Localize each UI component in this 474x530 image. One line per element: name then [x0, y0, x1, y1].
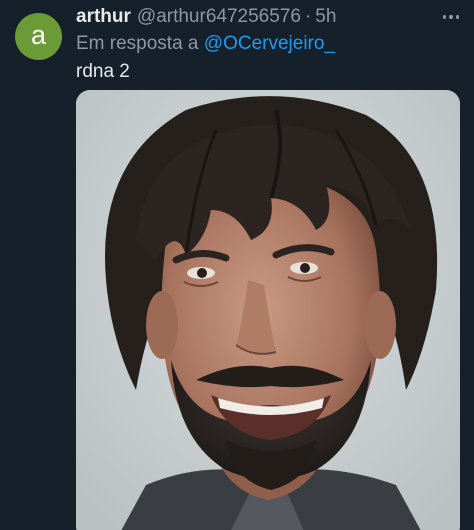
face-render-illustration	[76, 90, 460, 530]
separator-dot: ·	[304, 6, 312, 27]
reply-context: Em resposta a @OCervejeiro_	[76, 33, 335, 55]
tweet-text: rdna 2	[76, 61, 130, 82]
display-name[interactable]: arthur	[76, 6, 131, 28]
user-handle[interactable]: @arthur647256576	[137, 6, 301, 28]
tweet-header: arthur @arthur647256576 · 5h	[76, 6, 336, 30]
reply-mention-link[interactable]: @OCervejeiro_	[204, 33, 335, 54]
timestamp[interactable]: 5h	[315, 6, 336, 28]
avatar[interactable]: a	[15, 13, 62, 60]
more-options-icon[interactable]	[440, 6, 462, 28]
tweet[interactable]: a arthur @arthur647256576 · 5h Em respos…	[0, 0, 474, 530]
reply-prefix: Em resposta a	[76, 33, 199, 54]
tweet-media-image[interactable]	[76, 90, 460, 530]
